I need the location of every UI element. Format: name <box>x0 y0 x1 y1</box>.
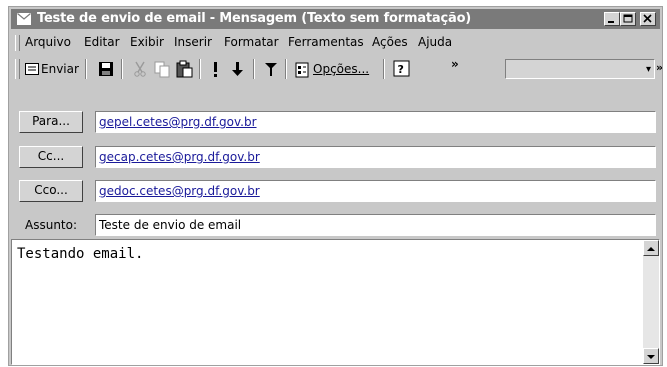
send-button[interactable]: Enviar <box>23 60 81 80</box>
send-label: Enviar <box>41 62 79 76</box>
toolbar-combo-box[interactable]: ▾ <box>505 59 655 79</box>
options-icon <box>295 62 309 78</box>
toolbar-overflow-chevron[interactable]: » <box>451 57 459 71</box>
close-button[interactable] <box>640 12 656 26</box>
save-icon[interactable] <box>97 60 115 80</box>
toolbar-separator <box>121 59 123 79</box>
cc-field[interactable]: gecap.cetes@prg.df.gov.br <box>95 146 656 168</box>
menu-inserir[interactable]: Inserir <box>174 35 212 49</box>
scroll-down-button[interactable] <box>643 348 659 364</box>
menu-arquivo[interactable]: Arquivo <box>25 35 71 49</box>
toolbar-separator <box>253 59 255 79</box>
toolbar-separator <box>285 59 287 79</box>
send-icon <box>25 63 39 75</box>
title-bar[interactable]: Teste de envio de email - Mensagem (Text… <box>11 9 660 29</box>
menu-exibir[interactable]: Exibir <box>130 35 164 49</box>
menu-ajuda[interactable]: Ajuda <box>418 35 452 49</box>
toolbar-grip[interactable] <box>15 59 20 79</box>
importance-low-icon[interactable] <box>231 60 245 80</box>
toolbar-separator <box>383 59 385 79</box>
svg-text:?: ? <box>398 63 404 76</box>
arrow-down-icon <box>647 355 655 359</box>
paste-icon[interactable] <box>175 60 193 80</box>
minimize-button[interactable] <box>604 12 620 26</box>
flag-icon[interactable] <box>263 60 279 80</box>
vertical-scrollbar[interactable] <box>643 240 659 364</box>
message-body-text[interactable]: Testando email. <box>17 246 143 262</box>
message-body[interactable]: Testando email. <box>11 239 660 365</box>
to-button[interactable]: Para... <box>19 111 83 133</box>
scroll-up-button[interactable] <box>643 240 659 256</box>
menu-acoes[interactable]: Ações <box>372 35 408 49</box>
menu-grip[interactable] <box>15 35 20 51</box>
toolbar-separator <box>199 59 201 79</box>
arrow-up-icon <box>647 247 655 251</box>
bcc-field[interactable]: gedoc.cetes@prg.df.gov.br <box>95 180 656 202</box>
subject-label: Assunto: <box>25 218 78 232</box>
combo-overflow-chevron[interactable]: » <box>656 61 662 74</box>
cc-button[interactable]: Cc... <box>19 146 83 168</box>
close-icon <box>643 14 652 23</box>
subject-field[interactable]: Teste de envio de email <box>95 214 656 236</box>
toolbar-separator <box>85 59 87 79</box>
help-icon[interactable]: ? <box>393 60 411 80</box>
menu-ferramentas[interactable]: Ferramentas <box>288 35 364 49</box>
menu-bar: Arquivo Editar Exibir Inserir Formatar F… <box>11 33 660 53</box>
options-label: Opções... <box>313 62 370 76</box>
bcc-button[interactable]: Cco... <box>19 180 83 202</box>
envelope-icon <box>17 13 31 25</box>
message-window: Teste de envio de email - Mensagem (Text… <box>8 6 663 366</box>
maximize-button[interactable] <box>620 12 636 26</box>
copy-icon[interactable] <box>153 60 171 80</box>
minimize-icon <box>608 21 614 23</box>
cut-icon[interactable] <box>131 60 149 80</box>
maximize-icon <box>623 14 633 23</box>
window-title: Teste de envio de email - Mensagem (Text… <box>37 11 472 26</box>
to-field[interactable]: gepel.cetes@prg.df.gov.br <box>95 111 656 133</box>
menu-editar[interactable]: Editar <box>84 35 120 49</box>
chevron-down-icon[interactable]: ▾ <box>646 64 651 75</box>
options-button[interactable]: Opções... <box>293 60 379 80</box>
importance-high-icon[interactable] <box>209 60 223 80</box>
menu-formatar[interactable]: Formatar <box>224 35 279 49</box>
